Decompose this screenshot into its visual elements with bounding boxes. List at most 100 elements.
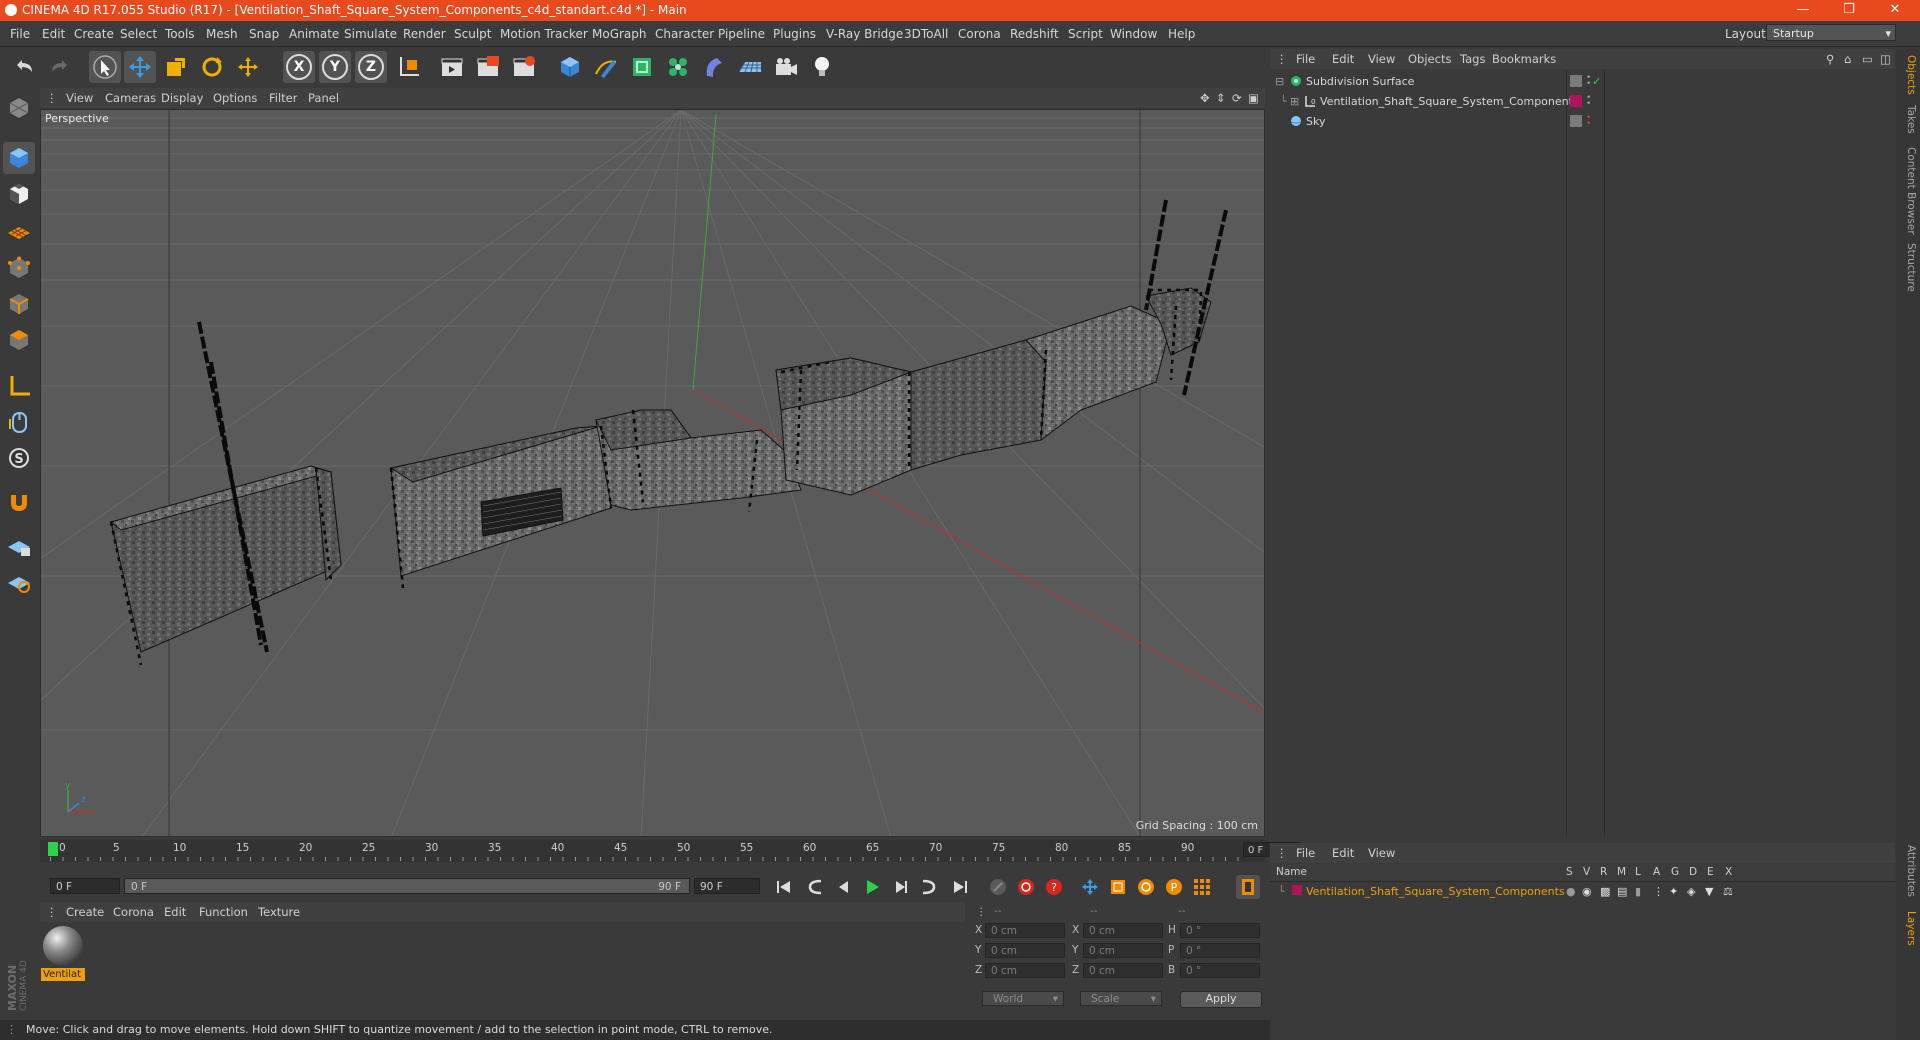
menu-help[interactable]: Help bbox=[1168, 27, 1195, 41]
layer-color-swatch[interactable] bbox=[1570, 95, 1582, 110]
menu-simulate[interactable]: Simulate bbox=[344, 27, 397, 41]
column-view[interactable]: V bbox=[1583, 866, 1590, 878]
menu-window[interactable]: Window bbox=[1110, 27, 1157, 41]
lm-menu-file[interactable]: File bbox=[1296, 846, 1315, 860]
deformer-button[interactable] bbox=[698, 51, 730, 83]
menu-create[interactable]: Create bbox=[74, 27, 114, 41]
go-to-start-button[interactable] bbox=[772, 875, 796, 899]
apply-button[interactable]: Apply bbox=[1180, 991, 1262, 1008]
object-name[interactable]: Sky bbox=[1306, 115, 1325, 128]
position-y-field[interactable]: 0 cm bbox=[985, 943, 1065, 958]
tab-content-browser[interactable]: Content Browser bbox=[1899, 147, 1917, 235]
om-menu-file[interactable]: File bbox=[1296, 52, 1315, 66]
menu-redshift[interactable]: Redshift bbox=[1010, 27, 1059, 41]
om-menu-objects[interactable]: Objects bbox=[1408, 52, 1451, 66]
render-view-button[interactable] bbox=[436, 51, 468, 83]
visibility-dots-icon[interactable]: • • bbox=[1586, 94, 1591, 109]
menu-corona[interactable]: Corona bbox=[958, 27, 1001, 41]
size-mode-select[interactable]: Scale ▾ bbox=[1080, 991, 1162, 1006]
previous-frame-button[interactable] bbox=[832, 875, 856, 899]
x-axis-lock-button[interactable]: X bbox=[283, 51, 315, 83]
axis-mode-button[interactable] bbox=[3, 370, 35, 402]
start-frame-field[interactable]: 0 F bbox=[50, 878, 120, 894]
playhead[interactable] bbox=[48, 842, 58, 856]
camera-button[interactable] bbox=[770, 51, 802, 83]
preview-range-slider[interactable]: 0 F 90 F bbox=[124, 878, 690, 894]
lock-workplane-button[interactable] bbox=[3, 530, 35, 562]
expression-icon[interactable]: ▼ bbox=[1705, 885, 1713, 898]
rotation-b-field[interactable]: 0 ° bbox=[1180, 963, 1260, 978]
menu-snap[interactable]: Snap bbox=[249, 27, 279, 41]
menu-mesh[interactable]: Mesh bbox=[206, 27, 238, 41]
rotation-p-field[interactable]: 0 ° bbox=[1180, 943, 1260, 958]
position-z-field[interactable]: 0 cm bbox=[985, 963, 1065, 978]
timeline-ruler[interactable]: 0 5 10 15 20 25 30 35 40 45 50 55 60 65 … bbox=[40, 840, 1301, 862]
key-position-button[interactable] bbox=[1078, 875, 1102, 899]
menu-sculpt[interactable]: Sculpt bbox=[454, 27, 491, 41]
floor-button[interactable] bbox=[734, 51, 766, 83]
viewport-menu-options[interactable]: Options bbox=[213, 91, 257, 105]
render-settings-button[interactable] bbox=[508, 51, 540, 83]
manager-icon[interactable]: ▤ bbox=[1617, 885, 1627, 898]
viewport-camera-label[interactable]: Perspective bbox=[45, 112, 109, 125]
undo-button[interactable] bbox=[8, 51, 40, 83]
tab-takes[interactable]: Takes bbox=[1899, 105, 1917, 134]
menu-character[interactable]: Character bbox=[655, 27, 714, 41]
size-z-field[interactable]: 0 cm bbox=[1083, 963, 1163, 978]
live-selection-button[interactable] bbox=[89, 51, 121, 83]
viewport-maximize-icon[interactable]: ▣ bbox=[1248, 91, 1259, 105]
tab-objects[interactable]: Objects bbox=[1899, 55, 1917, 95]
z-axis-lock-button[interactable]: Z bbox=[355, 51, 387, 83]
rotate-tool-button[interactable] bbox=[196, 51, 228, 83]
next-frame-button[interactable] bbox=[888, 875, 912, 899]
material-menu-texture[interactable]: Texture bbox=[258, 905, 300, 919]
object-row-subdivision-surface[interactable]: ⊟ Subdivision Surface • • ✓ bbox=[1270, 73, 1895, 91]
subdivision-surface-button[interactable] bbox=[626, 51, 658, 83]
size-x-field[interactable]: 0 cm bbox=[1083, 923, 1163, 938]
menu-script[interactable]: Script bbox=[1068, 27, 1103, 41]
object-name[interactable]: Subdivision Surface bbox=[1306, 75, 1414, 88]
viewport-move-icon[interactable]: ✥ bbox=[1200, 91, 1210, 105]
magnet-button[interactable] bbox=[3, 486, 35, 518]
record-active-objects-button[interactable] bbox=[1014, 875, 1038, 899]
render-picture-viewer-button[interactable] bbox=[472, 51, 504, 83]
layout-select[interactable]: Startup ▾ bbox=[1766, 24, 1896, 41]
object-name[interactable]: Ventilation_Shaft_Square_System_Componen… bbox=[1320, 95, 1579, 108]
lm-menu-edit[interactable]: Edit bbox=[1332, 846, 1354, 860]
search-icon[interactable]: ⚲ bbox=[1826, 52, 1834, 66]
workplane-mode-button[interactable] bbox=[3, 214, 35, 246]
tab-attributes[interactable]: Attributes bbox=[1899, 845, 1917, 897]
object-row-ventilation-shaft[interactable]: └ ⊞ 0 Ventilation_Shaft_Square_System_Co… bbox=[1270, 93, 1895, 111]
column-animation[interactable]: A bbox=[1653, 866, 1660, 878]
menu-vray-bridge[interactable]: V-Ray Bridge bbox=[826, 27, 903, 41]
om-menu-bookmarks[interactable]: Bookmarks bbox=[1492, 52, 1556, 66]
timeline-window-button[interactable] bbox=[1236, 875, 1260, 899]
home-icon[interactable]: ⌂ bbox=[1844, 52, 1851, 66]
recent-tool-button[interactable] bbox=[232, 51, 264, 83]
minimize-button[interactable]: — bbox=[1780, 0, 1826, 21]
perspective-viewport[interactable]: y z x Perspective Grid Spacing : 100 cm bbox=[40, 109, 1265, 837]
visibility-dots-icon[interactable]: • • bbox=[1586, 74, 1591, 89]
layer-row[interactable]: └ Ventilation_Shaft_Square_System_Compon… bbox=[1270, 883, 1895, 901]
position-x-field[interactable]: 0 cm bbox=[985, 923, 1065, 938]
model-mode-button[interactable] bbox=[3, 142, 35, 174]
om-menu-edit[interactable]: Edit bbox=[1332, 52, 1354, 66]
enabled-check-icon[interactable]: ✓ bbox=[1592, 75, 1601, 88]
tab-layers[interactable]: Layers bbox=[1899, 911, 1917, 946]
object-row-sky[interactable]: Sky • • bbox=[1270, 113, 1895, 131]
redo-button[interactable] bbox=[44, 51, 76, 83]
key-rotation-button[interactable] bbox=[1134, 875, 1158, 899]
planar-workplane-button[interactable] bbox=[3, 566, 35, 598]
generator-icon[interactable]: ✦ bbox=[1669, 885, 1678, 898]
material-preview-sphere[interactable] bbox=[43, 926, 83, 966]
menu-tools[interactable]: Tools bbox=[165, 27, 195, 41]
menu-render[interactable]: Render bbox=[403, 27, 446, 41]
menu-file[interactable]: File bbox=[10, 27, 30, 41]
make-editable-button[interactable] bbox=[3, 92, 35, 124]
column-generators[interactable]: G bbox=[1671, 866, 1679, 878]
layer-color-swatch[interactable] bbox=[1292, 885, 1302, 898]
move-tool-button[interactable] bbox=[124, 51, 156, 83]
rotation-h-field[interactable]: 0 ° bbox=[1180, 923, 1260, 938]
column-xref[interactable]: X bbox=[1725, 866, 1732, 878]
column-deformers[interactable]: D bbox=[1689, 866, 1697, 878]
